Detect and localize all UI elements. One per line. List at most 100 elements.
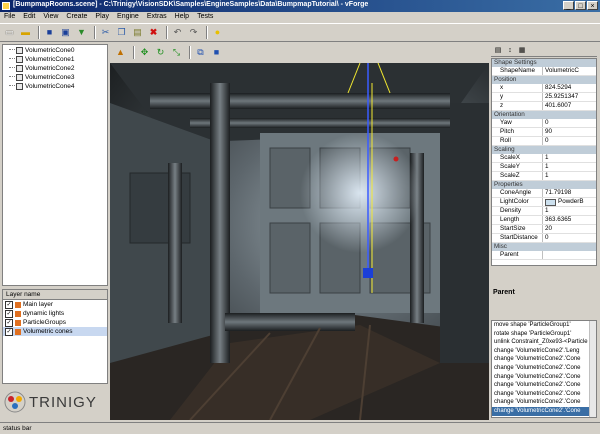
camera-icon[interactable]: ▲ (114, 46, 127, 59)
tree-item[interactable]: VolumetricCone3 (9, 73, 107, 81)
close-button[interactable]: × (587, 1, 598, 10)
cone-icon (16, 82, 23, 90)
cut-icon[interactable]: ✂ (99, 26, 112, 39)
minimize-button[interactable]: _ (563, 1, 574, 10)
view-icon[interactable]: ■ (210, 46, 223, 59)
maximize-button[interactable]: □ (575, 1, 586, 10)
status-bar: status bar (0, 422, 600, 434)
history-item[interactable]: change 'VolumetricCone2'.'Cone (492, 355, 596, 364)
main-toolbar: ▭ ▬ ■ ▣ ▼ ✂ ❐ ▤ ✖ ↶ ↷ ● (0, 23, 600, 42)
tree-item[interactable]: VolumetricCone1 (9, 55, 107, 63)
redo-icon[interactable]: ↷ (187, 26, 200, 39)
history-item-selected[interactable]: change 'VolumetricCone2'.'Cone (492, 406, 596, 416)
parent-section: Parent (491, 288, 597, 318)
menu-help[interactable]: Help (171, 12, 193, 23)
light-color-swatch (545, 198, 556, 206)
property-row[interactable]: ScaleY 1 (492, 163, 596, 172)
group-position[interactable]: Position (492, 76, 596, 84)
group-scaling[interactable]: Scaling (492, 146, 596, 154)
history-item[interactable]: change 'VolumetricCone2'.'Cone (492, 381, 596, 390)
layer-checkbox[interactable]: ✓ (5, 327, 13, 336)
cone-icon (16, 55, 23, 63)
tree-item[interactable]: VolumetricCone0 (9, 46, 107, 54)
property-row[interactable]: ConeAngle 71.79198 (492, 189, 596, 198)
property-row[interactable]: z 401.6007 (492, 102, 596, 111)
undo-icon[interactable]: ↶ (171, 26, 184, 39)
menu-file[interactable]: File (0, 12, 19, 23)
copy-icon[interactable]: ❐ (115, 26, 128, 39)
group-orientation[interactable]: Orientation (492, 111, 596, 119)
group-shape-settings[interactable]: Shape Settings (492, 59, 596, 67)
group-misc[interactable]: Misc (492, 243, 596, 251)
menu-extras[interactable]: Extras (143, 12, 171, 23)
tree-item[interactable]: VolumetricCone4 (9, 82, 107, 90)
properties-panel: ▤ ↕ ▦ Shape Settings ShapeName Volumetric… (491, 44, 597, 418)
link-icon[interactable]: ⧉ (194, 46, 207, 59)
property-row[interactable]: Pitch 90 (492, 128, 596, 137)
menu-play[interactable]: Play (91, 12, 113, 23)
3d-viewport[interactable] (110, 63, 489, 420)
properties-tabs: ▤ ↕ ▦ (491, 44, 597, 57)
lightbulb-icon[interactable]: ● (211, 26, 224, 39)
cone-icon (16, 46, 23, 54)
save-all-icon[interactable]: ▣ (59, 26, 72, 39)
history-item[interactable]: unlink Constraint_Z0xe93-<Particle (492, 338, 596, 347)
property-row[interactable]: y 25.9251347 (492, 93, 596, 102)
menu-view[interactable]: View (39, 12, 62, 23)
tree-item[interactable]: VolumetricCone2 (9, 64, 107, 72)
menu-tests[interactable]: Tests (193, 12, 217, 23)
property-row[interactable]: StartSize 20 (492, 225, 596, 234)
history-item[interactable]: change 'VolumetricCone2'.'Leng (492, 347, 596, 356)
logo-text: TRINIGY (29, 393, 97, 411)
layer-checkbox[interactable]: ✓ (5, 300, 13, 309)
history-item[interactable]: move shape 'ParticleGroup1' (492, 321, 596, 330)
property-grid: Shape Settings ShapeName VolumetricC Posi… (491, 58, 597, 266)
move-icon[interactable]: ✥ (138, 46, 151, 59)
menu-engine[interactable]: Engine (113, 12, 143, 23)
property-row[interactable]: StartDistance 0 (492, 234, 596, 243)
history-item[interactable]: change 'VolumetricCone2'.'Cone (492, 390, 596, 399)
property-row[interactable]: Roll 0 (492, 137, 596, 146)
scale-icon[interactable]: ⤡ (170, 46, 183, 59)
property-row[interactable]: ScaleX 1 (492, 154, 596, 163)
new-icon[interactable]: ▭ (3, 26, 16, 39)
layer-checkbox[interactable]: ✓ (5, 309, 13, 318)
cone-icon (16, 73, 23, 81)
menu-edit[interactable]: Edit (19, 12, 39, 23)
trinigy-logo-mark-icon (4, 391, 26, 413)
property-pages-icon[interactable]: ▦ (517, 46, 527, 55)
categorized-icon[interactable]: ▤ (493, 46, 503, 55)
layer-item[interactable]: ✓ Volumetric cones (3, 327, 107, 336)
layer-item[interactable]: ✓ Main layer (3, 300, 107, 309)
property-row[interactable]: ScaleZ 1 (492, 172, 596, 181)
history-item[interactable]: change 'VolumetricCone2'.'Cone (492, 373, 596, 382)
layer-checkbox[interactable]: ✓ (5, 318, 13, 327)
alphabetical-icon[interactable]: ↕ (505, 46, 515, 55)
layer-icon (15, 328, 21, 335)
history-item[interactable]: change 'VolumetricCone2'.'Cone (492, 364, 596, 373)
export-icon[interactable]: ▼ (75, 26, 88, 39)
property-row[interactable]: Length 363.6365 (492, 216, 596, 225)
layer-item[interactable]: ✓ dynamic lights (3, 309, 107, 318)
group-properties[interactable]: Properties (492, 181, 596, 189)
property-row[interactable]: LightColor PowderB (492, 198, 596, 207)
layer-icon (15, 319, 21, 326)
rotate-icon[interactable]: ↻ (154, 46, 167, 59)
open-icon[interactable]: ▬ (19, 26, 32, 39)
property-row[interactable]: x 824.5294 (492, 84, 596, 93)
property-row[interactable]: Density 1 (492, 207, 596, 216)
history-scrollbar[interactable] (589, 321, 596, 417)
paste-icon[interactable]: ▤ (131, 26, 144, 39)
save-icon[interactable]: ■ (43, 26, 56, 39)
property-row[interactable]: ShapeName VolumetricC (492, 67, 596, 76)
history-item[interactable]: rotate shape 'ParticleGroup1' (492, 330, 596, 339)
window-title: [BumpmapRooms.scene] - C:\Trinigy\Vision… (13, 1, 369, 8)
layer-item[interactable]: ✓ ParticleGroups (3, 318, 107, 327)
delete-icon[interactable]: ✖ (147, 26, 160, 39)
menu-create[interactable]: Create (62, 12, 91, 23)
undo-history-list: move shape 'ParticleGroup1' rotate shape… (491, 320, 597, 418)
property-row[interactable]: Yaw 0 (492, 119, 596, 128)
property-row[interactable]: Parent (492, 251, 596, 260)
history-item[interactable]: change 'VolumetricCone2'.'Cone (492, 398, 596, 407)
trinigy-logo: TRINIGY (4, 388, 108, 416)
